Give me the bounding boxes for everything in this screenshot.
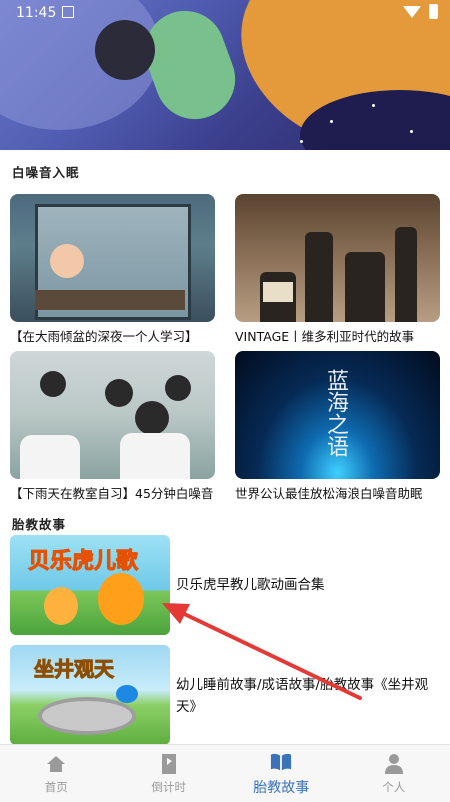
bottom-nav: 首页 倒计时 胎教故事 个人 [0,744,450,802]
story-title: 贝乐虎早教儿歌动画合集 [176,574,438,596]
hero-illustration [95,20,155,80]
battery-icon [429,4,438,19]
student-illustration [165,375,191,401]
status-time: 11:45 [16,5,56,21]
story-thumbnail: 坐井观天 [10,645,170,745]
nav-item-stories[interactable]: 胎教故事 [225,745,338,802]
card-thumbnail [10,351,215,479]
nav-label: 倒计时 [152,779,187,795]
nav-item-home[interactable]: 首页 [0,745,113,802]
star-decoration [410,130,413,133]
nav-item-profile[interactable]: 个人 [338,745,450,802]
nav-label: 首页 [45,779,68,795]
story-thumbnail: 贝乐虎儿歌 [10,535,170,635]
section-title-prenatal-stories: 胎教故事 [12,514,66,533]
tiger-illustration [44,587,78,625]
student-illustration [120,433,190,479]
tiger-illustration [98,573,144,625]
countdown-icon [158,753,180,775]
story-item[interactable]: 贝乐虎儿歌 贝乐虎早教儿歌动画合集 [10,535,440,635]
thumbnail-logo: 坐井观天 [34,653,114,682]
wifi-icon [403,6,421,18]
home-icon [45,753,67,775]
white-noise-card[interactable]: 【在大雨倾盆的深夜一个人学习】 [10,194,215,345]
student-illustration [135,401,169,435]
star-decoration [300,140,303,143]
desk-illustration [35,290,185,310]
student-illustration [40,371,66,397]
thumbnail-caption: 蓝海之语 [320,369,350,457]
student-illustration [20,435,80,479]
card-title: 世界公认最佳放松海浪白噪音助眠 [235,483,440,502]
section-title-white-noise: 白噪音入眠 [12,162,80,181]
girl-illustration [50,244,84,278]
nav-item-countdown[interactable]: 倒计时 [113,745,226,802]
white-noise-card[interactable]: VINTAGE丨维多利亚时代的故事 [235,194,440,345]
story-title: 幼儿睡前故事/成语故事/胎教故事《坐井观天》 [176,674,438,718]
nav-label: 胎教故事 [253,777,309,797]
person-icon [383,753,405,775]
status-icons [403,4,438,19]
student-illustration [105,379,133,407]
white-noise-card[interactable]: 【下雨天在教室自习】45分钟白噪音 [10,351,215,502]
star-decoration [372,104,375,107]
card-thumbnail [10,194,215,322]
nav-label: 个人 [382,779,405,795]
white-noise-card[interactable]: 蓝海之语 世界公认最佳放松海浪白噪音助眠 [235,351,440,502]
well-illustration [38,697,136,735]
card-title: 【在大雨倾盆的深夜一个人学习】 [10,326,215,345]
card-thumbnail [235,194,440,322]
bottle-label [263,282,293,302]
bottle-illustration [395,227,417,322]
sim-icon [62,6,74,18]
card-title: VINTAGE丨维多利亚时代的故事 [235,326,440,345]
star-decoration [330,120,333,123]
bottle-illustration [305,232,333,322]
status-bar: 11:45 [0,0,450,26]
card-title: 【下雨天在教室自习】45分钟白噪音 [10,483,215,502]
thumbnail-logo: 贝乐虎儿歌 [28,543,138,575]
story-item[interactable]: 坐井观天 幼儿睡前故事/成语故事/胎教故事《坐井观天》 [10,645,440,745]
book-icon [270,751,292,773]
bird-illustration [116,685,138,703]
card-thumbnail: 蓝海之语 [235,351,440,479]
bottle-illustration [345,252,385,322]
